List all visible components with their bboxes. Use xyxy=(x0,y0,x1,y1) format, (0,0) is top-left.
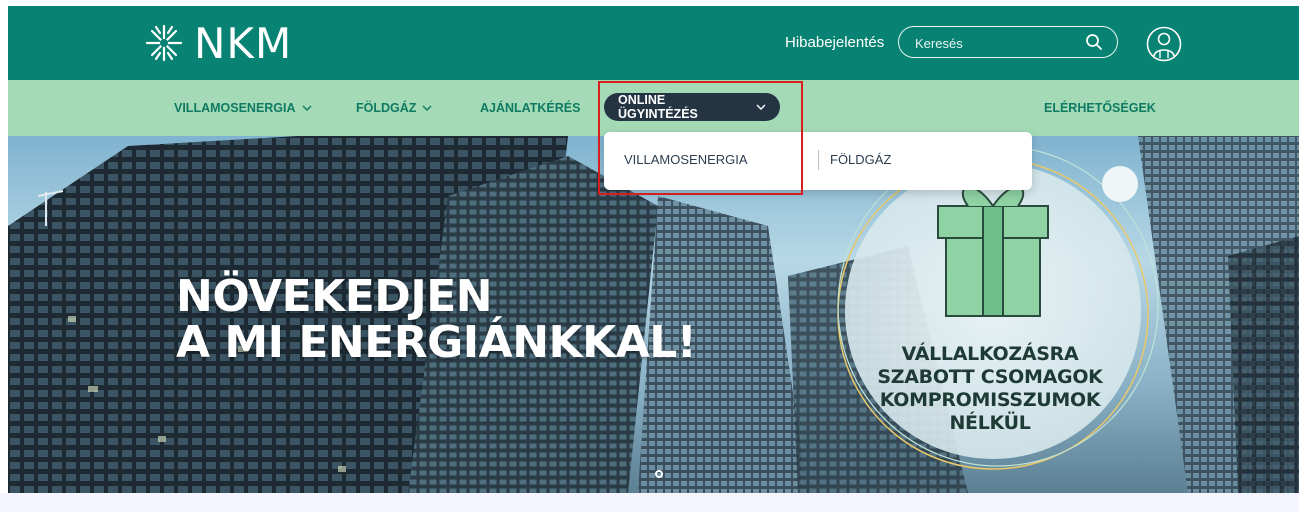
nav-item-label: ELÉRHETŐSÉGEK xyxy=(1044,101,1156,115)
user-account-icon[interactable] xyxy=(1146,26,1182,62)
main-navigation: VILLAMOSENERGIA FÖLDGÁZ AJÁNLATKÉRÉS ONL… xyxy=(8,80,1299,136)
hero-headline: NÖVEKEDJEN A MI ENERGIÁNKKAL! xyxy=(176,271,697,368)
promo-badge-text: VÁLLALKOZÁSRA SZABOTT CSOMAGOK KOMPROMIS… xyxy=(870,343,1110,435)
nav-item-foldgaz[interactable]: FÖLDGÁZ xyxy=(356,101,432,115)
fault-report-link[interactable]: Hibabejelentés xyxy=(785,34,884,51)
hero-headline-line2: A MI ENERGIÁNKKAL! xyxy=(176,317,697,368)
badge-line2: SZABOTT CSOMAGOK xyxy=(877,366,1103,388)
logo-text: NKM xyxy=(194,18,293,68)
carousel-indicator-dot[interactable] xyxy=(655,470,663,478)
top-header-bar: NKM Hibabejelentés xyxy=(8,6,1299,80)
chevron-down-icon xyxy=(422,105,432,111)
search-box[interactable] xyxy=(898,26,1118,58)
dropdown-separator xyxy=(818,150,819,170)
nav-item-ajanlatkeres[interactable]: AJÁNLATKÉRÉS xyxy=(480,101,580,115)
nav-item-label: ONLINE ÜGYINTÉZÉS xyxy=(618,93,698,121)
nav-item-label: FÖLDGÁZ xyxy=(356,101,417,115)
online-ugyintezes-dropdown: VILLAMOSENERGIA FÖLDGÁZ xyxy=(604,132,1032,190)
nav-item-elerhetosegek[interactable]: ELÉRHETŐSÉGEK xyxy=(1044,101,1156,115)
nkm-snowflake-logo-icon xyxy=(145,24,183,62)
page-bottom-area xyxy=(0,493,1299,512)
badge-line4: NÉLKÜL xyxy=(949,412,1031,434)
hero-headline-line1: NÖVEKEDJEN xyxy=(176,271,493,322)
dropdown-option-foldgaz[interactable]: FÖLDGÁZ xyxy=(830,152,891,167)
dropdown-option-villamosenergia[interactable]: VILLAMOSENERGIA xyxy=(624,152,748,167)
gift-box-icon xyxy=(937,186,1049,317)
chevron-down-icon xyxy=(756,104,766,110)
badge-line3: KOMPROMISSZUMOK xyxy=(879,389,1101,411)
badge-line1: VÁLLALKOZÁSRA xyxy=(901,343,1079,365)
nav-item-villamosenergia[interactable]: VILLAMOSENERGIA xyxy=(174,101,312,115)
nkm-logo[interactable]: NKM xyxy=(144,18,292,68)
nav-item-label: VILLAMOSENERGIA xyxy=(174,101,296,115)
nav-item-online-ugyintezes[interactable]: ONLINE ÜGYINTÉZÉS xyxy=(604,93,780,121)
search-input[interactable] xyxy=(913,32,1077,54)
nav-item-label: AJÁNLATKÉRÉS xyxy=(480,101,581,115)
chevron-down-icon xyxy=(302,105,312,111)
search-icon[interactable] xyxy=(1085,33,1103,51)
